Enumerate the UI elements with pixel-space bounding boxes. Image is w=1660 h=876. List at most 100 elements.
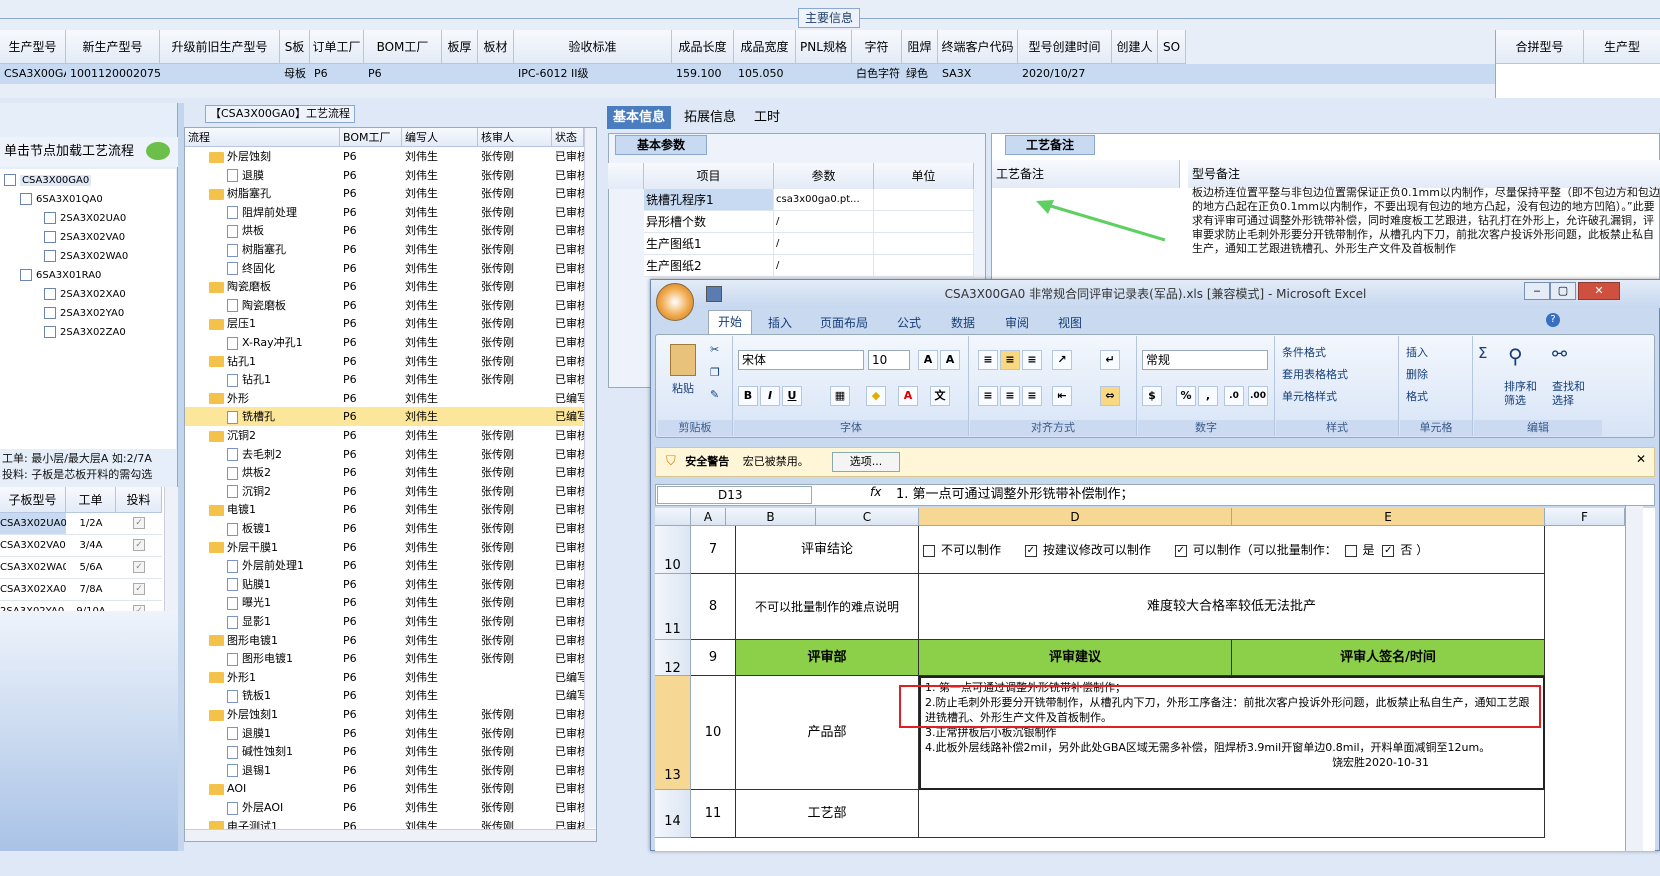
merge-model-header[interactable]: 合拼型号 [1496, 30, 1584, 64]
model-notes-text[interactable]: 板边桥连位置平整与非包边位置需保证正负0.1mm以内制作，尽量保持平整（即不包边… [1192, 186, 1660, 256]
process-row[interactable]: 退膜 P6 刘伟生 张传刚 已审核 [185, 166, 585, 185]
sort-filter-button[interactable]: 排序和筛选 [1504, 380, 1544, 408]
align-center-icon[interactable]: ≡ [1000, 386, 1020, 406]
process-row[interactable]: 树脂塞孔 P6 刘伟生 张传刚 已审核 [185, 240, 585, 259]
process-row[interactable]: 层压1 P6 刘伟生 张传刚 已审核 [185, 314, 585, 333]
help-icon[interactable]: ? [1546, 313, 1560, 327]
col-header-d[interactable]: D [919, 508, 1232, 526]
main-info-col-header[interactable]: BOM工厂 [364, 30, 442, 64]
process-row[interactable]: 外形 P6 刘伟生 已编写 [185, 389, 585, 408]
sub-board-order[interactable]: 5/6A [66, 557, 116, 579]
tree-node[interactable]: 2SA3X02VA0 [44, 228, 125, 247]
col-item[interactable]: 项目 [644, 163, 774, 189]
main-info-col-header[interactable]: 成品长度 [672, 30, 734, 64]
ribbon-tab-data[interactable]: 数据 [951, 312, 975, 334]
col-writer[interactable]: 编写人 [402, 128, 478, 147]
sub-board-model[interactable]: CSA3X02UA0 [0, 513, 66, 535]
font-color-icon[interactable]: A [898, 386, 918, 406]
process-row[interactable]: 钻孔1 P6 刘伟生 张传刚 已审核 [185, 370, 585, 389]
col-unit[interactable]: 单位 [874, 163, 974, 189]
tree-node[interactable]: 6SA3X01RA0 [20, 266, 101, 285]
paste-button[interactable]: 粘贴 [672, 380, 694, 396]
sub-board-model[interactable]: CSA3X02XA0 [0, 579, 66, 601]
param-item[interactable]: 铣槽孔程序1 [644, 189, 774, 211]
excel-vertical-scrollbar[interactable] [1625, 506, 1643, 851]
ribbon-tab-insert[interactable]: 插入 [768, 312, 792, 334]
process-row[interactable]: 板镀1 P6 刘伟生 张传刚 已审核 [185, 519, 585, 538]
wrap-text-icon[interactable]: ↵ [1100, 350, 1120, 370]
tab-basic-info[interactable]: 基本信息 [607, 106, 672, 129]
process-horizontal-scrollbar[interactable] [185, 829, 596, 841]
process-row[interactable]: 终固化 P6 刘伟生 张传刚 已审核 [185, 259, 585, 278]
param-unit[interactable] [874, 255, 974, 277]
param-item[interactable]: 生产图纸2 [644, 255, 774, 277]
close-security-icon[interactable]: ✕ [1636, 452, 1646, 466]
cell-r11-no[interactable]: 11 [691, 790, 736, 838]
checkbox-modify[interactable]: ✓ [1024, 544, 1037, 557]
main-info-col-header[interactable]: 成品宽度 [734, 30, 796, 64]
align-bottom-icon[interactable]: ≡ [1022, 350, 1042, 370]
cell-review-conclusion[interactable]: 不可以制作 ✓ 按建议修改可以制作 ✓ 可以制作（可以批量制作： 是 ✓ 否 ） [919, 526, 1545, 574]
find-select-button[interactable]: 查找和选择 [1552, 380, 1594, 408]
phonetic-icon[interactable]: 文 [930, 386, 950, 406]
process-row[interactable]: 退膜1 P6 刘伟生 张传刚 已审核 [185, 724, 585, 743]
feed-checkbox[interactable]: ✓ [116, 535, 162, 557]
param-value[interactable]: / [774, 211, 874, 233]
col-checker[interactable]: 核审人 [478, 128, 552, 147]
row-header-13[interactable]: 13 [655, 676, 691, 790]
conditional-format-button[interactable]: 条件格式 [1282, 344, 1326, 360]
cell-r9-no[interactable]: 9 [691, 640, 736, 676]
cell-review-dept-header[interactable]: 评审部 [736, 640, 919, 676]
minimize-button[interactable]: ‒ [1524, 282, 1550, 300]
col-header-e[interactable]: E [1232, 508, 1545, 526]
param-value[interactable]: csa3x00ga0.pt... [774, 189, 874, 211]
checkbox-yes[interactable] [1344, 544, 1357, 557]
process-row[interactable]: 电镀1 P6 刘伟生 张传刚 已审核 [185, 500, 585, 519]
cell-r10-no[interactable]: 10 [691, 676, 736, 790]
process-row[interactable]: 外层AOI P6 刘伟生 张传刚 已审核 [185, 798, 585, 817]
table-format-button[interactable]: 套用表格格式 [1282, 366, 1348, 382]
cell-review-sign-header[interactable]: 评审人签名/时间 [1232, 640, 1545, 676]
tree-node[interactable]: 6SA3X01QA0 [20, 190, 103, 209]
craft-notes-tab[interactable]: 工艺备注 [1005, 135, 1095, 155]
paste-icon[interactable] [670, 344, 696, 376]
office-button-icon[interactable] [656, 283, 694, 321]
sort-filter-icon[interactable]: ⚲ [1508, 344, 1523, 368]
process-row[interactable]: 陶瓷磨板 P6 刘伟生 张传刚 已审核 [185, 277, 585, 296]
feed-checkbox[interactable]: ✓ [116, 513, 162, 535]
main-info-col-header[interactable]: 板厚 [442, 30, 478, 64]
main-info-col-header[interactable]: 升级前旧生产型号 [160, 30, 280, 64]
process-row[interactable]: 钻孔1 P6 刘伟生 张传刚 已审核 [185, 352, 585, 371]
process-row[interactable]: 去毛刺2 P6 刘伟生 张传刚 已审核 [185, 445, 585, 464]
checkbox-no[interactable]: ✓ [1382, 544, 1395, 557]
param-item[interactable]: 异形槽个数 [644, 211, 774, 233]
process-row[interactable]: 阻焊前处理 P6 刘伟生 张传刚 已审核 [185, 203, 585, 222]
cell-r7-label[interactable]: 评审结论 [736, 526, 919, 574]
cell-review-suggest-header[interactable]: 评审建议 [919, 640, 1232, 676]
process-row[interactable]: 图形电镀1 P6 刘伟生 张传刚 已审核 [185, 649, 585, 668]
cell-r7-no[interactable]: 7 [691, 526, 736, 574]
cell-r8-no[interactable]: 8 [691, 574, 736, 640]
main-info-col-header[interactable]: SO [1158, 30, 1186, 64]
sub-board-order[interactable]: 1/2A [66, 513, 116, 535]
main-info-col-header[interactable]: 订单工厂 [310, 30, 364, 64]
border-icon[interactable]: ▦ [830, 386, 850, 406]
tree-node-root[interactable]: CSA3X00GA0 [4, 171, 92, 190]
orientation-icon[interactable]: ↗ [1052, 350, 1072, 370]
process-row[interactable]: 曝光1 P6 刘伟生 张传刚 已审核 [185, 593, 585, 612]
format-painter-icon[interactable]: ✎ [710, 388, 719, 401]
currency-icon[interactable]: $ [1142, 386, 1162, 406]
decrease-decimal-icon[interactable]: .00 [1248, 386, 1268, 406]
chat-bubble-icon[interactable] [146, 142, 170, 160]
feed-checkbox[interactable]: ✓ [116, 557, 162, 579]
process-row[interactable]: 显影1 P6 刘伟生 张传刚 已审核 [185, 612, 585, 631]
process-row[interactable]: 外层干膜1 P6 刘伟生 张传刚 已审核 [185, 538, 585, 557]
sub-board-model[interactable]: CSA3X02VA0 [0, 535, 66, 557]
param-unit[interactable] [874, 189, 974, 211]
process-row[interactable]: 碱性蚀刻1 P6 刘伟生 张传刚 已审核 [185, 742, 585, 761]
basic-params-tab[interactable]: 基本参数 [615, 135, 707, 155]
tab-extended-info[interactable]: 拓展信息 [678, 106, 742, 129]
ribbon-tab-review[interactable]: 审阅 [1005, 312, 1029, 334]
restore-button[interactable]: ▢ [1550, 282, 1576, 300]
main-info-col-header[interactable]: 终端客户代码 [938, 30, 1018, 64]
